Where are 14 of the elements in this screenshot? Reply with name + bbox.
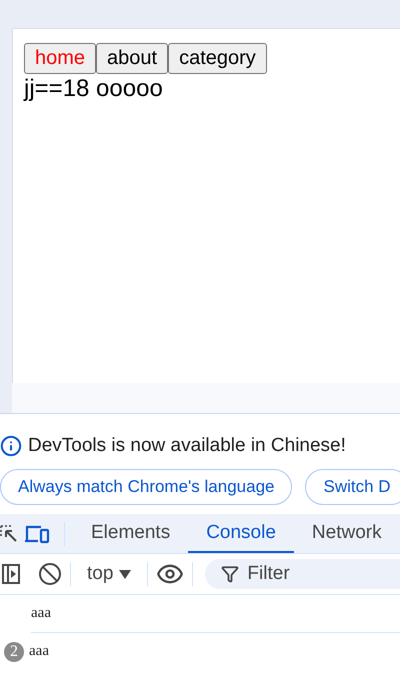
repeat-count-badge: 2 <box>4 642 24 662</box>
nav-button[interactable]: category <box>168 43 267 74</box>
context-dropdown[interactable]: top <box>79 563 140 585</box>
devtools-tab[interactable]: Console <box>188 514 294 553</box>
nav-button[interactable]: about <box>96 43 168 74</box>
log-message: aaa <box>29 643 49 660</box>
page-text: jj==18 ooooo <box>24 74 164 104</box>
language-button[interactable]: Switch D <box>305 469 400 505</box>
devtools-tab[interactable]: Network <box>294 514 400 553</box>
notice-message: DevTools is now available in Chinese! <box>28 435 346 457</box>
language-button[interactable]: Always match Chrome's language <box>0 469 292 505</box>
filter-field[interactable]: Filter <box>205 559 400 589</box>
devtools-tab[interactable]: Elements <box>73 514 188 553</box>
log-message: aaa <box>31 605 51 622</box>
